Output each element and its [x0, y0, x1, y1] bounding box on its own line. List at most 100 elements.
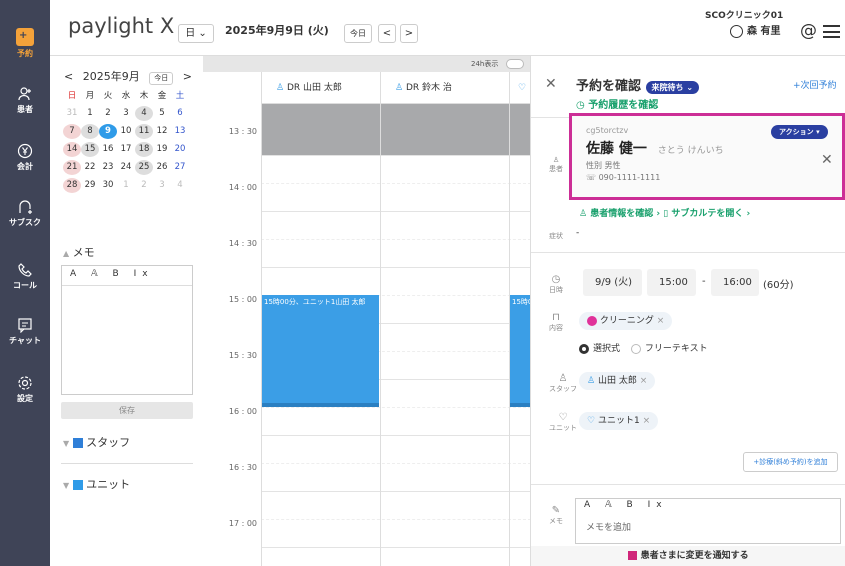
close-icon[interactable]: ✕ — [821, 152, 833, 168]
week-row: 31 1 2 3 4 5 6 — [63, 104, 193, 122]
notify-row[interactable]: 患者さまに変更を通知する — [531, 546, 845, 566]
calendar-day[interactable]: 16 — [99, 144, 117, 154]
sidebar-item-chat[interactable]: チャット — [0, 317, 50, 346]
next-reservation-link[interactable]: +次回予約 — [793, 78, 837, 91]
calendar-day[interactable]: 19 — [153, 144, 171, 154]
prev-day-button[interactable]: < — [378, 24, 396, 43]
status-badge[interactable]: 来院待ち ⌄ — [645, 81, 700, 94]
user-menu[interactable]: 森 有里 — [730, 22, 780, 38]
weekday: 金 — [157, 91, 167, 101]
column-header-dr-yamada[interactable]: ♙ DR 山田 太郎 — [261, 72, 380, 104]
calendar-day[interactable]: 20 — [171, 144, 189, 154]
history-link[interactable]: ◷ 予約履歴を確認 — [576, 96, 658, 111]
patient-info-link[interactable]: 患者情報を確認 — [590, 209, 653, 219]
column-header-dr-suzuki[interactable]: ♙ DR 鈴木 治 — [380, 72, 509, 104]
close-icon[interactable]: × — [643, 416, 651, 426]
prev-month-button[interactable]: < — [64, 70, 73, 83]
hamburger-icon[interactable] — [823, 25, 840, 38]
appointment-block[interactable]: 15時00分、ユニット1山田 太郎 — [262, 295, 379, 407]
subchart-link[interactable]: サブカルテを開く — [671, 209, 743, 219]
memo-toolbar[interactable]: A 𝔸 B Ix — [62, 266, 192, 286]
at-icon[interactable]: @ — [800, 21, 817, 41]
calendar-day-selected[interactable]: 9 — [99, 123, 117, 139]
patient-name-row: 佐藤 健一 さとう けんいち — [586, 138, 724, 158]
memo-save-button[interactable]: 保存 — [61, 402, 193, 419]
calendar-day[interactable]: 13 — [171, 126, 189, 136]
today-button[interactable]: 今日 — [344, 24, 372, 43]
view-select[interactable]: 日 ⌄ — [178, 24, 214, 43]
sidebar-item-billing[interactable]: 会計 — [0, 143, 50, 172]
calendar-day[interactable]: 10 — [117, 126, 135, 136]
staff-chip[interactable]: ♙ 山田 太郎 × — [579, 372, 656, 390]
radio-free-text[interactable] — [630, 343, 641, 354]
action-button[interactable]: アクション ▾ — [771, 125, 828, 139]
unit-filter[interactable]: ▼ ユニット — [63, 476, 130, 492]
calendar-day[interactable]: 24 — [117, 162, 135, 172]
sidebar-item-call[interactable]: コール — [0, 262, 50, 291]
next-day-button[interactable]: > — [400, 24, 418, 43]
calendar-day[interactable]: 15 — [81, 141, 99, 157]
calendar-day[interactable]: 4 — [135, 105, 153, 121]
appointment-block[interactable]: 15時0 — [510, 295, 530, 407]
calendar-day[interactable]: 6 — [171, 108, 189, 118]
calendar-day[interactable]: 17 — [117, 144, 135, 154]
calendar-day[interactable]: 21 — [63, 159, 81, 175]
calendar-day[interactable]: 28 — [63, 177, 81, 193]
time-separator: - — [702, 276, 706, 287]
checkbox-icon[interactable] — [72, 480, 83, 490]
calendar-day[interactable]: 2 — [99, 108, 117, 118]
unit-chip[interactable]: ♡ ユニット1 × — [579, 412, 659, 430]
memo-placeholder[interactable]: メモを追加 — [576, 515, 840, 538]
end-time-field[interactable]: 16:00 — [711, 269, 759, 296]
calendar-day[interactable]: 22 — [81, 162, 99, 172]
calendar-day[interactable]: 29 — [81, 180, 99, 190]
calendar-day[interactable]: 26 — [153, 162, 171, 172]
sidebar-item-settings[interactable]: 設定 — [0, 375, 50, 404]
checkbox-icon[interactable] — [628, 551, 638, 560]
calendar-day[interactable]: 8 — [81, 123, 99, 139]
calendar-day[interactable]: 11 — [135, 123, 153, 139]
calendar-day[interactable]: 25 — [135, 159, 153, 175]
date-field[interactable]: 9/9 (火) — [583, 269, 642, 296]
add-treatment-button[interactable]: +診療(斜め予約)を追加 — [743, 452, 838, 472]
mini-today-button[interactable]: 今日 — [149, 72, 174, 85]
sidebar-item-reservation[interactable]: + 予約 — [0, 28, 50, 59]
calendar-day[interactable]: 18 — [135, 141, 153, 157]
calendar-day[interactable]: 5 — [153, 108, 171, 118]
sidebar-item-subscription[interactable]: サブスク — [0, 199, 50, 228]
toggle-24h-switch[interactable] — [506, 59, 524, 69]
sidebar-item-patients[interactable]: 患者 — [0, 86, 50, 115]
next-month-button[interactable]: > — [183, 70, 192, 83]
calendar-day[interactable]: 30 — [99, 180, 117, 190]
calendar-day[interactable]: 14 — [63, 141, 81, 157]
grid-line — [261, 547, 530, 548]
calendar-day[interactable]: 1 — [117, 180, 135, 190]
close-icon[interactable]: × — [657, 316, 665, 326]
start-time-field[interactable]: 15:00 — [647, 269, 696, 296]
memo-section-header[interactable]: ▲ メモ — [63, 244, 95, 260]
close-icon[interactable]: × — [640, 376, 648, 386]
calendar-day[interactable]: 7 — [63, 123, 81, 139]
content-chip[interactable]: クリーニング × — [579, 312, 673, 330]
calendar-day[interactable]: 1 — [81, 108, 99, 118]
calendar-day[interactable]: 3 — [117, 108, 135, 118]
calendar-day[interactable]: 3 — [153, 180, 171, 190]
memo-editor[interactable]: A 𝔸 B Ix — [61, 265, 193, 395]
radio-select-mode[interactable] — [579, 343, 589, 354]
calendar-day[interactable]: 23 — [99, 162, 117, 172]
panel-memo-editor[interactable]: A 𝔸 B Ix メモを追加 — [575, 498, 841, 544]
month-label: 2025年9月 — [82, 70, 140, 83]
column-header-unit[interactable]: ♡ — [509, 72, 530, 104]
calendar-day[interactable]: 4 — [171, 180, 189, 190]
calendar-day[interactable]: 27 — [171, 162, 189, 172]
panel-memo-toolbar[interactable]: A 𝔸 B Ix — [576, 499, 840, 515]
chat-icon — [18, 318, 32, 333]
patient-card: cg5torctzv アクション ▾ 佐藤 健一 さとう けんいち 性別 男性 … — [569, 113, 845, 200]
checkbox-icon[interactable] — [72, 438, 83, 448]
calendar-day[interactable]: 2 — [135, 180, 153, 190]
close-icon[interactable]: ✕ — [545, 76, 557, 92]
calendar-day[interactable]: 12 — [153, 126, 171, 136]
calendar-day[interactable]: 31 — [63, 108, 81, 118]
user-icon: ♙ — [558, 373, 568, 384]
staff-filter[interactable]: ▼ スタッフ — [63, 434, 130, 450]
